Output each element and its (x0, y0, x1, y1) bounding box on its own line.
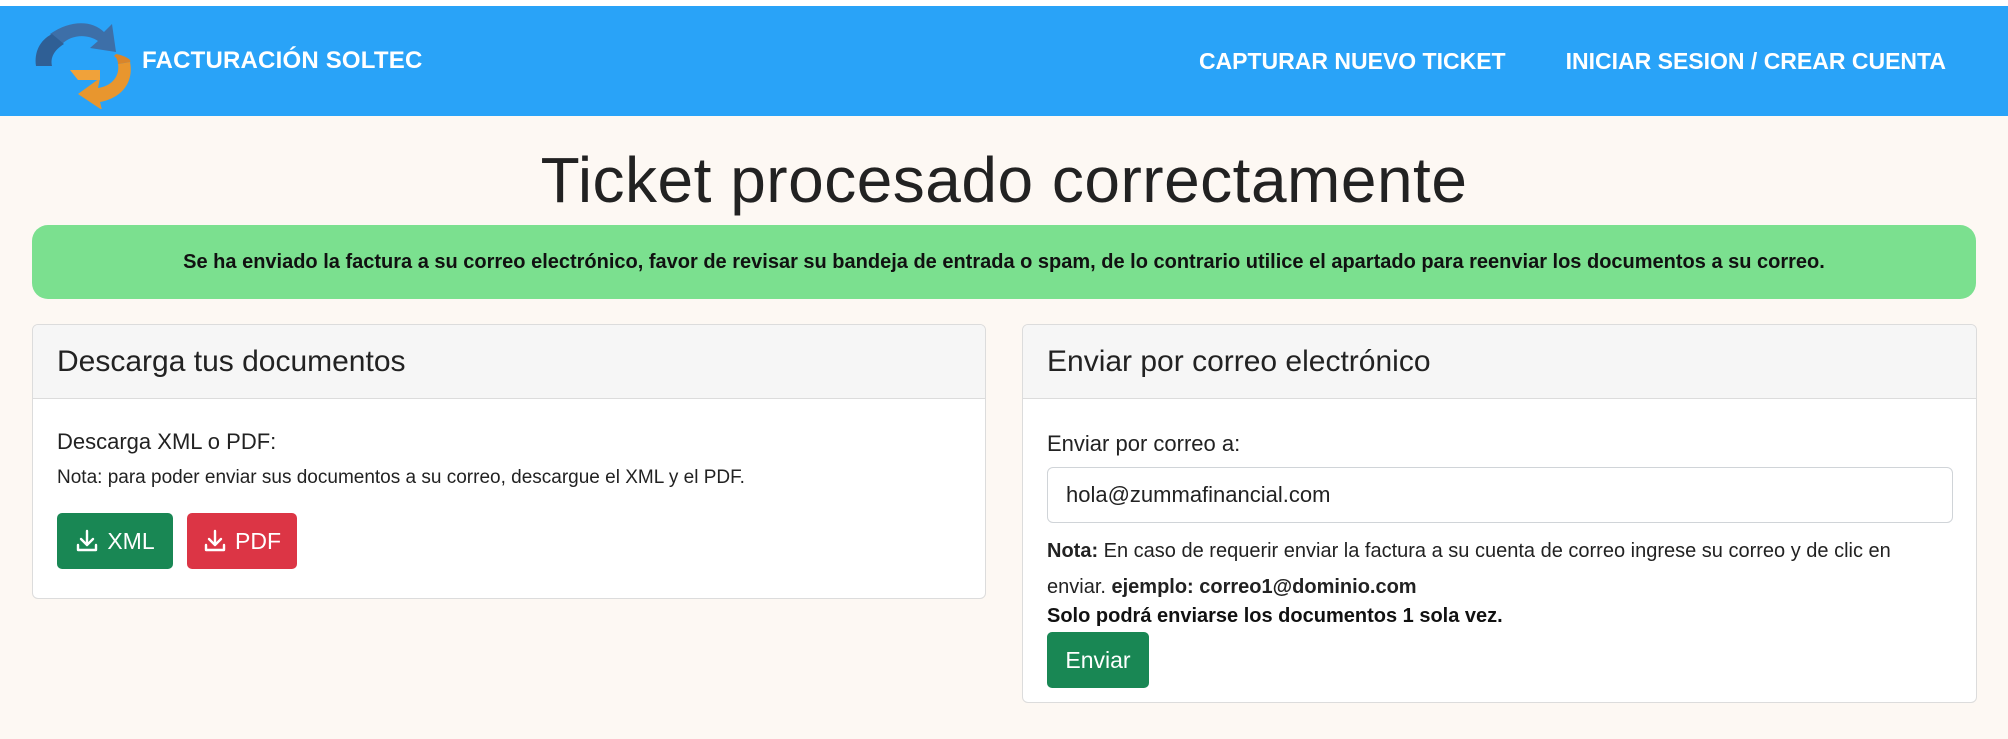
pdf-download-button[interactable]: PDF (187, 513, 297, 569)
brand-logo-icon (35, 22, 131, 109)
nav-links: CAPTURAR NUEVO TICKET INICIAR SESION / C… (1139, 48, 1978, 75)
download-note: Nota: para poder enviar sus documentos a… (57, 467, 745, 488)
brand[interactable]: FACTURACIÓN SOLTEC (30, 14, 422, 109)
email-example: ejemplo: correo1@dominio.com (1111, 576, 1417, 598)
download-buttons: XML PDF (57, 513, 961, 569)
page-title: Ticket procesado correctamente (540, 144, 1468, 216)
download-card-header: Descarga tus documentos (33, 325, 985, 399)
download-card: Descarga tus documentos Descarga XML o P… (32, 324, 986, 599)
email-card-body: Enviar por correo a: Nota: En caso de re… (1023, 399, 1976, 688)
success-alert: Se ha enviado la factura a su correo ele… (32, 225, 1976, 299)
download-card-body: Descarga XML o PDF: Nota: para poder env… (33, 399, 985, 569)
xml-button-label: XML (107, 527, 155, 554)
nav-login-link[interactable]: INICIAR SESION / CREAR CUENTA (1566, 48, 1946, 75)
xml-download-button[interactable]: XML (57, 513, 173, 569)
download-label: Descarga XML o PDF: (57, 429, 277, 454)
send-once-warning: Solo podrá enviarse los documentos 1 sol… (1047, 605, 1503, 627)
email-note: Nota: En caso de requerir enviar la fact… (1047, 533, 1952, 605)
nav-capture-ticket-link[interactable]: CAPTURAR NUEVO TICKET (1199, 48, 1506, 75)
email-field[interactable] (1047, 467, 1953, 523)
email-card: Enviar por correo electrónico Enviar por… (1022, 324, 1977, 703)
navbar: FACTURACIÓN SOLTEC CAPTURAR NUEVO TICKET… (0, 6, 2008, 116)
email-field-label: Enviar por correo a: (1047, 431, 1241, 456)
send-button[interactable]: Enviar (1047, 632, 1149, 688)
pdf-button-label: PDF (235, 527, 281, 554)
download-icon (204, 529, 226, 552)
brand-name: FACTURACIÓN SOLTEC (142, 47, 423, 74)
download-icon (77, 529, 98, 552)
email-card-header: Enviar por correo electrónico (1023, 325, 1976, 399)
email-note-prefix: Nota: (1047, 540, 1099, 562)
